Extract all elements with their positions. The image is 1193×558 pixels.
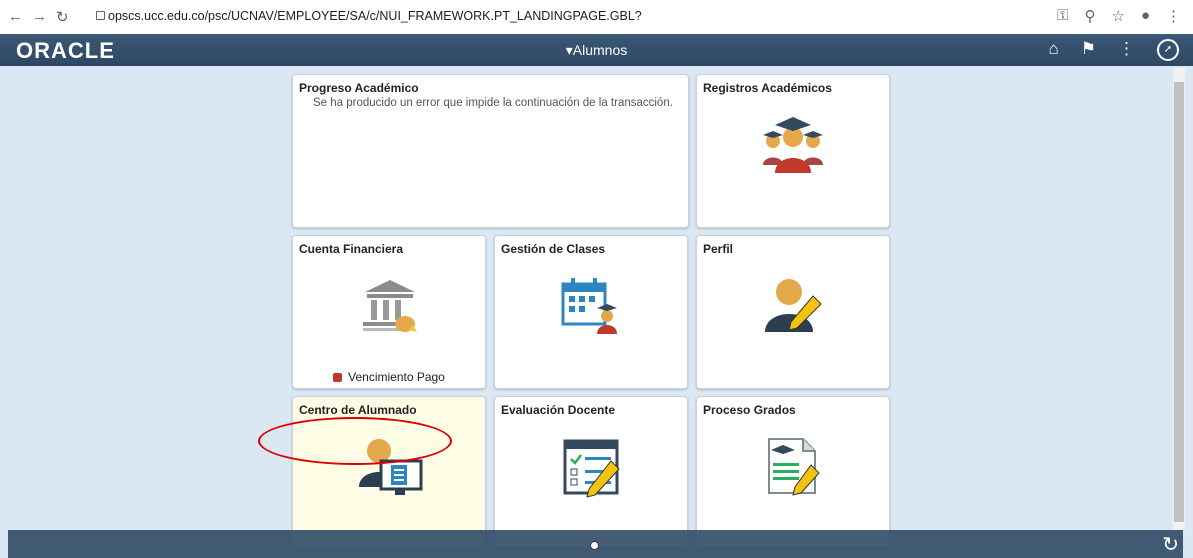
scrollbar[interactable] — [1173, 68, 1185, 530]
tile-evaluacion-docente[interactable]: Evaluación Docente — [494, 396, 688, 548]
graduates-icon — [763, 117, 823, 173]
lock-icon — [96, 11, 105, 20]
address-bar[interactable]: opscs.ucc.edu.co/psc/UCNAV/EMPLOYEE/SA/c… — [108, 9, 642, 23]
alert-icon — [333, 373, 343, 382]
error-message: Se ha producido un error que impide la c… — [313, 97, 673, 109]
tile-title: Progreso Académico — [299, 81, 419, 95]
profile-icon — [765, 279, 822, 332]
tile-cuenta-financiera[interactable]: Cuenta Financiera Vencimiento Pago — [292, 235, 486, 389]
menu-icon[interactable]: ⋮ — [1166, 7, 1181, 25]
tile-title: Centro de Alumnado — [299, 403, 417, 417]
tile-registros-academicos[interactable]: Registros Académicos — [696, 74, 890, 228]
tile-progreso-academico[interactable]: Progreso Académico Se ha producido un er… — [292, 74, 689, 228]
tile-proceso-grados[interactable]: Proceso Grados — [696, 396, 890, 548]
oracle-banner: ORACLE ▾Alumnos ⌂ ⚑ ⋮ ➚ — [0, 34, 1193, 66]
bottom-bar: ↻ — [8, 530, 1183, 558]
key-icon[interactable]: ⚿ — [1057, 7, 1068, 25]
page-indicator-dot[interactable] — [590, 541, 599, 550]
tile-perfil[interactable]: Perfil — [696, 235, 890, 389]
back-icon[interactable]: ← — [8, 8, 23, 25]
tile-title: Gestión de Clases — [501, 242, 606, 256]
zoom-icon[interactable]: ⚲ — [1084, 7, 1095, 25]
tile-title: Evaluación Docente — [501, 403, 616, 417]
tile-gestion-de-clases[interactable]: Gestión de Clases — [494, 235, 688, 389]
evaluation-icon — [563, 439, 620, 498]
reload-icon[interactable]: ↻ — [56, 8, 69, 26]
account-icon[interactable]: ● — [1141, 7, 1150, 25]
tile-title: Proceso Grados — [703, 403, 796, 417]
refresh-icon[interactable]: ↻ — [1162, 532, 1179, 557]
graduation-document-icon — [768, 438, 820, 496]
star-icon[interactable]: ☆ — [1111, 7, 1124, 25]
calendar-icon — [561, 278, 617, 334]
highlight-ellipse — [258, 417, 452, 465]
browser-toolbar: ← → ↻ opscs.ucc.edu.co/psc/UCNAV/EMPLOYE… — [0, 0, 1193, 35]
flag-icon[interactable]: ⚑ — [1081, 39, 1096, 61]
status-badge: Vencimiento Pago — [293, 370, 485, 384]
home-icon[interactable]: ⌂ — [1048, 39, 1058, 61]
page-title-dropdown[interactable]: ▾Alumnos — [0, 42, 1193, 59]
scrollbar-thumb[interactable] — [1174, 82, 1184, 522]
tile-title: Perfil — [703, 242, 734, 256]
forward-icon[interactable]: → — [32, 8, 47, 25]
tile-title: Cuenta Financiera — [299, 242, 404, 256]
bank-icon — [363, 280, 417, 332]
tile-title: Registros Académicos — [703, 81, 832, 95]
navbar-icon[interactable]: ➚ — [1157, 39, 1179, 61]
actions-menu-icon[interactable]: ⋮ — [1118, 39, 1135, 61]
